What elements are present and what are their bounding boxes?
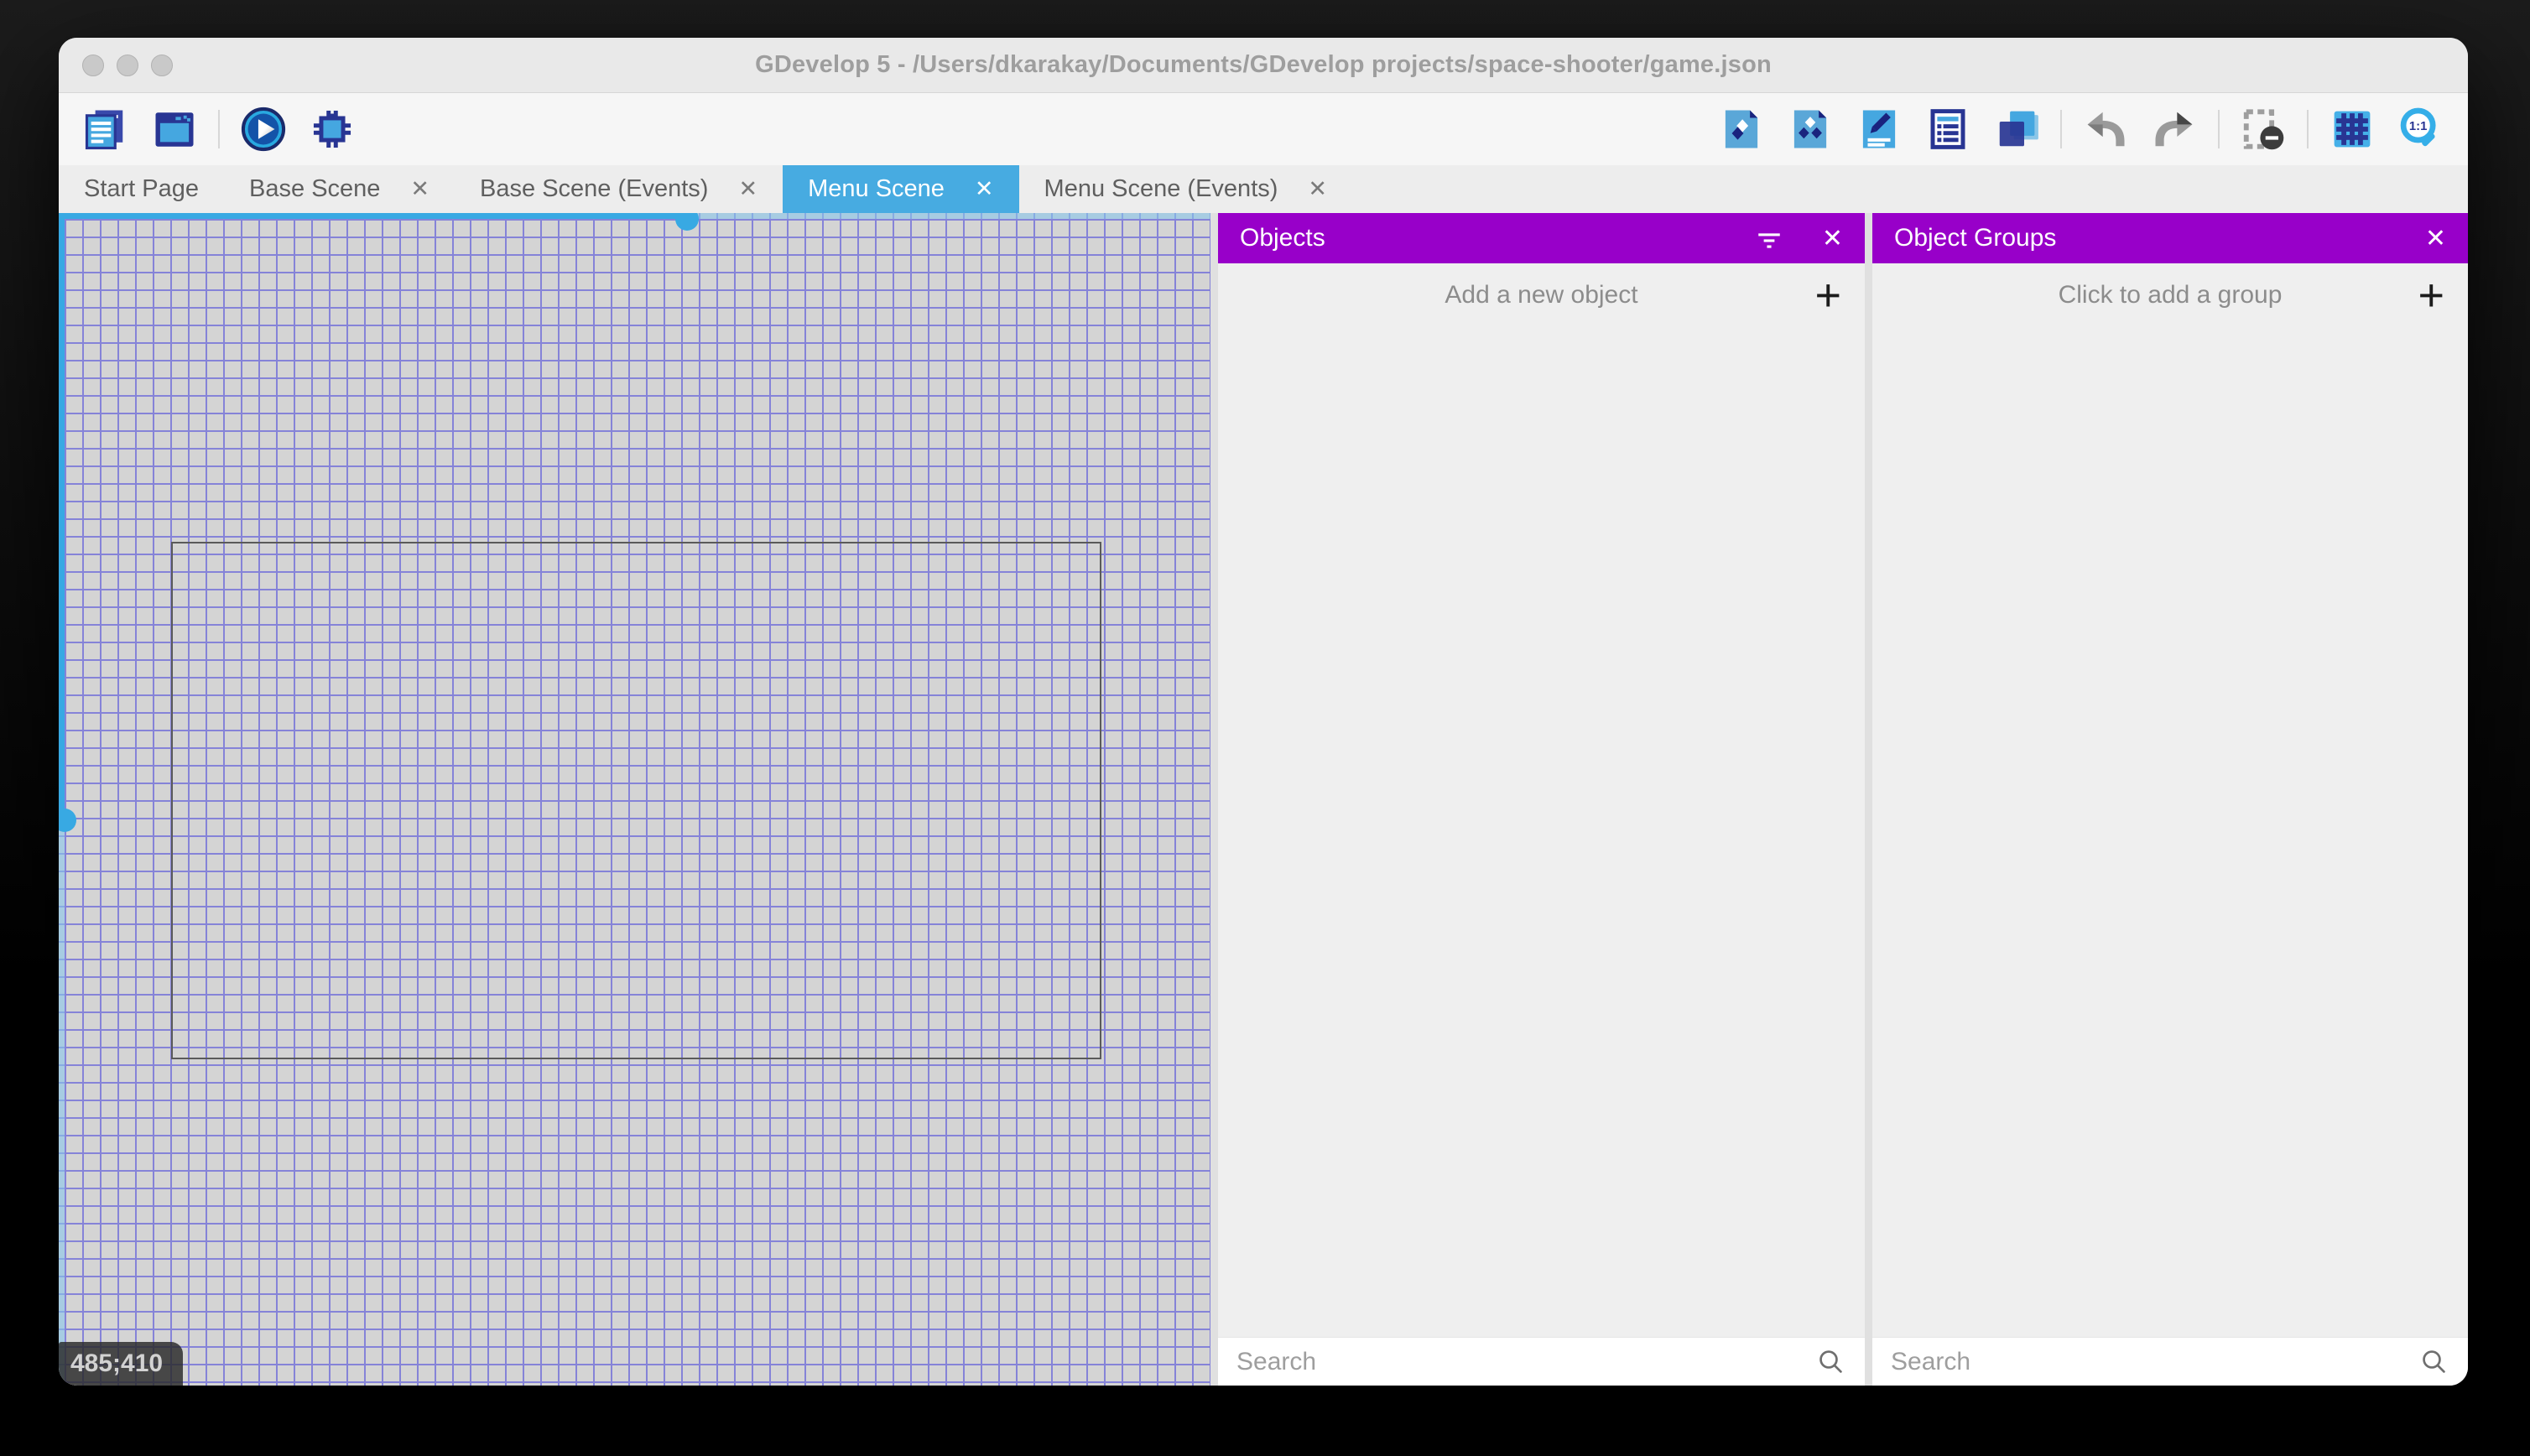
toolbar-separator xyxy=(2218,110,2220,148)
svg-text:1:1: 1:1 xyxy=(2409,120,2427,133)
play-icon xyxy=(241,107,286,152)
tab-base-scene-events[interactable]: Base Scene (Events) ✕ xyxy=(455,165,783,213)
tab-label: Menu Scene (Events) xyxy=(1044,175,1278,202)
tab-label: Base Scene (Events) xyxy=(480,175,709,202)
close-panel-icon[interactable]: ✕ xyxy=(2425,224,2446,253)
object-groups-editor-icon xyxy=(1793,110,1827,148)
search-icon xyxy=(1819,1349,1842,1373)
add-object-plus-icon[interactable]: + xyxy=(1814,273,1841,318)
objects-list-empty xyxy=(1218,327,1865,1337)
object-groups-panel-header: Object Groups ✕ xyxy=(1872,213,2468,263)
vertical-scrollbar-track[interactable] xyxy=(59,819,65,1386)
zoom-one-to-one-button[interactable]: 1:1 xyxy=(2397,106,2444,153)
objects-editor-button[interactable] xyxy=(1718,106,1765,153)
instances-list-button[interactable] xyxy=(1924,106,1971,153)
traffic-lights xyxy=(82,38,173,92)
cursor-coordinates-badge: 485;410 xyxy=(59,1342,184,1386)
tab-menu-scene[interactable]: Menu Scene ✕ xyxy=(783,165,1019,213)
window-mask-button[interactable] xyxy=(2240,106,2287,153)
toolbar-left-group xyxy=(82,106,198,153)
toolbar-separator xyxy=(2060,110,2062,148)
window-title: GDevelop 5 - /Users/dkarakay/Documents/G… xyxy=(755,51,1772,78)
app-window: GDevelop 5 - /Users/dkarakay/Documents/G… xyxy=(59,38,2468,1386)
layers-editor-button[interactable] xyxy=(1993,106,2040,153)
tab-label: Start Page xyxy=(84,175,200,202)
add-group-label: Click to add a group xyxy=(2058,281,2283,309)
zoom-window-button[interactable] xyxy=(151,54,173,76)
debugger-icon xyxy=(313,110,351,148)
objects-panel: Objects ✕ Add a new object + xyxy=(1218,213,1865,1386)
play-preview-button[interactable] xyxy=(240,106,287,153)
toolbar: 1:1 xyxy=(59,93,2468,165)
close-window-button[interactable] xyxy=(82,54,104,76)
object-groups-panel-title: Object Groups xyxy=(1894,224,2057,252)
add-object-label: Add a new object xyxy=(1445,281,1638,309)
scene-canvas[interactable]: 485;410 xyxy=(59,213,1210,1386)
tab-base-scene[interactable]: Base Scene ✕ xyxy=(224,165,455,213)
object-groups-editor-button[interactable] xyxy=(1787,106,1834,153)
close-tab-icon[interactable]: ✕ xyxy=(975,176,994,202)
objects-search-input[interactable] xyxy=(1236,1347,1816,1376)
project-manager-icon xyxy=(85,110,123,150)
groups-list-empty xyxy=(1872,327,2468,1337)
close-panel-icon[interactable]: ✕ xyxy=(1822,224,1843,253)
tab-label: Base Scene xyxy=(249,175,381,202)
tab-bar: Start Page Base Scene ✕ Base Scene (Even… xyxy=(59,165,2468,213)
redo-icon xyxy=(2155,112,2193,147)
objects-editor-icon xyxy=(1725,110,1758,148)
title-bar: GDevelop 5 - /Users/dkarakay/Documents/G… xyxy=(59,38,2468,93)
search-icon xyxy=(2423,1349,2445,1373)
scene-window-border xyxy=(171,542,1101,1059)
toolbar-separator xyxy=(2307,110,2309,148)
tab-label: Menu Scene xyxy=(808,175,945,202)
redo-button[interactable] xyxy=(2151,106,2198,153)
add-object-row[interactable]: Add a new object + xyxy=(1218,263,1865,327)
groups-search-bar xyxy=(1872,1337,2468,1386)
instances-list-icon xyxy=(1930,109,1965,149)
undo-icon xyxy=(2087,112,2125,147)
filter-icon[interactable] xyxy=(1755,224,1783,252)
objects-panel-title: Objects xyxy=(1240,224,1325,252)
properties-panel-button[interactable] xyxy=(1856,106,1903,153)
grid-icon xyxy=(2334,111,2371,148)
tab-start-page[interactable]: Start Page xyxy=(59,165,224,213)
window-mask-icon xyxy=(2243,109,2284,150)
close-tab-icon[interactable]: ✕ xyxy=(1308,176,1327,202)
horizontal-scrollbar[interactable] xyxy=(59,213,686,219)
objects-search-bar xyxy=(1218,1337,1865,1386)
close-tab-icon[interactable]: ✕ xyxy=(410,176,429,202)
panel-divider xyxy=(1865,213,1872,1386)
close-tab-icon[interactable]: ✕ xyxy=(738,176,757,202)
object-groups-panel: Object Groups ✕ Click to add a group + xyxy=(1872,213,2468,1386)
debugger-button[interactable] xyxy=(309,106,356,153)
layers-editor-icon xyxy=(1999,111,2038,147)
toolbar-view-group: 1:1 xyxy=(2329,106,2444,153)
vertical-scrollbar[interactable] xyxy=(59,213,65,819)
add-group-row[interactable]: Click to add a group + xyxy=(1872,263,2468,327)
horizontal-scrollbar-track[interactable] xyxy=(686,213,1210,219)
content-area: 485;410 Objects ✕ Add a new object + Sea… xyxy=(59,213,2468,1386)
minimize-window-button[interactable] xyxy=(117,54,138,76)
preview-window-icon xyxy=(155,112,194,147)
groups-search-input[interactable] xyxy=(1891,1347,2419,1376)
toolbar-preview-group xyxy=(240,106,356,153)
toolbar-editors-group xyxy=(1718,106,2040,153)
undo-button[interactable] xyxy=(2082,106,2129,153)
horizontal-scrollbar-handle[interactable] xyxy=(675,213,699,231)
panel-divider xyxy=(1210,213,1218,1386)
objects-panel-header: Objects ✕ xyxy=(1218,213,1865,263)
add-group-plus-icon[interactable]: + xyxy=(2418,273,2444,318)
vertical-scrollbar-handle[interactable] xyxy=(59,809,76,832)
preview-window-button[interactable] xyxy=(151,106,198,153)
project-manager-button[interactable] xyxy=(82,106,129,153)
toolbar-separator xyxy=(218,110,220,148)
tab-menu-scene-events[interactable]: Menu Scene (Events) ✕ xyxy=(1019,165,1352,213)
toolbar-history-group xyxy=(2082,106,2198,153)
properties-panel-icon xyxy=(1862,110,1896,148)
toggle-grid-button[interactable] xyxy=(2329,106,2376,153)
zoom-one-to-one-icon: 1:1 xyxy=(2400,107,2436,147)
